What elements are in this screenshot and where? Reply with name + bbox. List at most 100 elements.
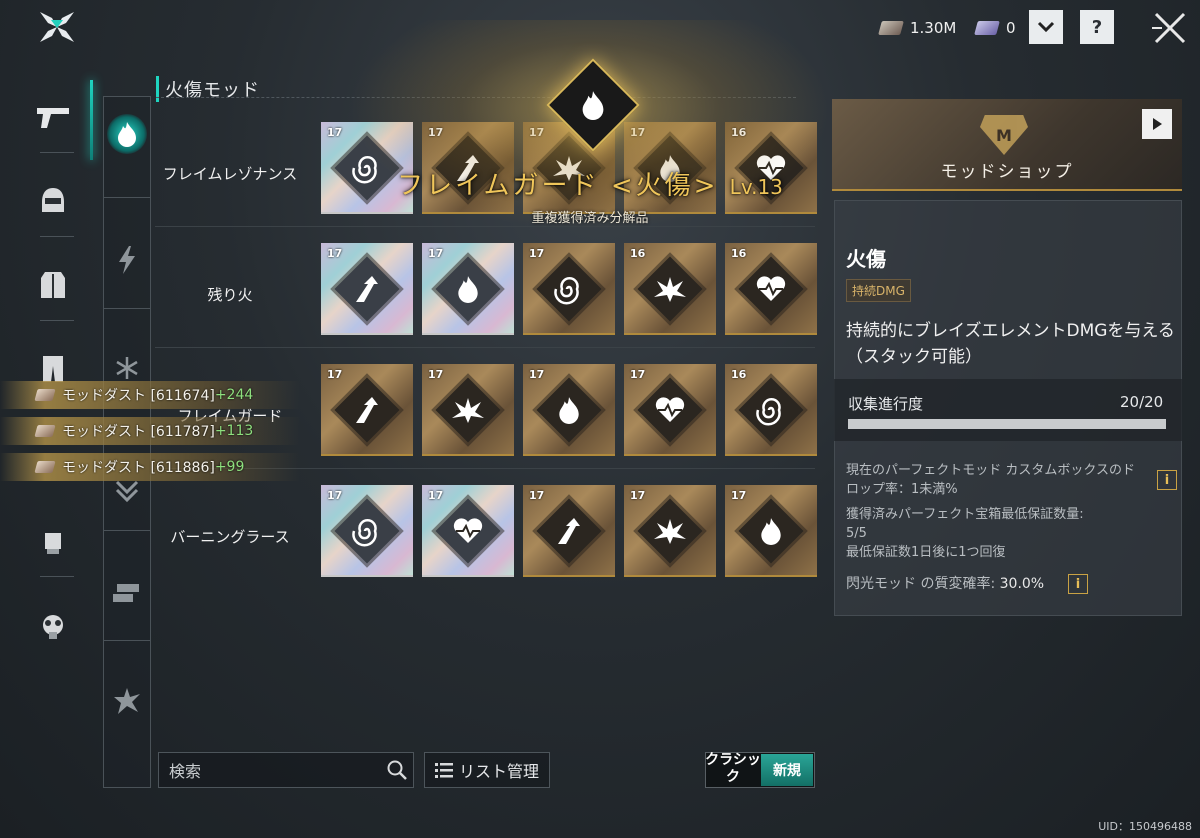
popup-title-level: Lv.13	[729, 175, 783, 199]
mod-dust-icon	[34, 425, 56, 437]
flame-icon	[560, 72, 626, 138]
pistol-icon	[37, 108, 69, 128]
close-button[interactable]	[1150, 8, 1190, 48]
category-explosive[interactable]	[104, 674, 150, 730]
currency-premium: 0	[974, 14, 1016, 42]
body-armor-icon	[41, 272, 65, 298]
spiral-icon	[725, 364, 817, 454]
arrow-up-icon	[321, 243, 413, 333]
progress-label: 収集進行度	[848, 395, 924, 413]
close-icon	[1152, 12, 1186, 44]
guarantee-info: 獲得済みパーフェクト宝箱最低保証数量:	[846, 507, 1084, 522]
currency-icon	[878, 21, 904, 35]
mod-card[interactable]: 17	[422, 364, 514, 456]
info-button[interactable]: i	[1068, 574, 1088, 594]
row-label: フレイムレゾナンス	[162, 165, 298, 183]
heart-icon	[725, 243, 817, 333]
rail-weapon-pistol[interactable]	[32, 96, 74, 138]
helmet-icon	[42, 188, 64, 212]
mod-name: 火傷	[846, 247, 886, 271]
guarantee-recovery: 最低保証数1日後に1つ回復	[846, 545, 1006, 560]
flash-mod-value: 30.0%	[999, 576, 1045, 592]
mod-card[interactable]: 17	[523, 364, 615, 456]
mod-card[interactable]: 17	[725, 485, 817, 577]
flash-mod-label: 閃光モッド の質変確率:	[846, 576, 1000, 592]
mod-card[interactable]: 17	[321, 243, 413, 335]
flame-icon	[118, 122, 136, 147]
flame-icon	[725, 485, 817, 575]
rail-divider	[40, 576, 74, 577]
rail-divider	[40, 320, 74, 321]
shop-open-button[interactable]	[1142, 109, 1172, 139]
row-label: バーニングラース	[170, 528, 290, 546]
mod-card[interactable]: 17	[624, 364, 716, 456]
search-icon[interactable]	[386, 759, 408, 781]
burst-icon	[624, 243, 716, 333]
popup-title: フレイムガード <火傷> Lv.13	[330, 165, 850, 202]
mod-type-tag: 持続DMG	[846, 279, 911, 302]
section-title: 火傷モッド	[156, 76, 260, 102]
category-burn[interactable]	[104, 106, 150, 162]
rail-gloves[interactable]	[32, 520, 74, 562]
help-button[interactable]: ?	[1080, 10, 1114, 44]
drop-rate-info: 現在のパーフェクトモッド カスタムボックスのドロップ率：1未満%	[846, 463, 1135, 497]
category-lightning[interactable]	[104, 232, 150, 288]
app-logo	[38, 8, 76, 46]
progress-value: 20/20	[1120, 393, 1164, 411]
notification-gain: +244	[214, 387, 254, 403]
mod-dust-icon	[34, 389, 56, 401]
row-divider	[155, 226, 815, 227]
currency-gold-value: 1.30M	[910, 19, 957, 37]
currency-dropdown-button[interactable]	[1029, 10, 1063, 44]
chevron-right-icon	[1153, 118, 1162, 130]
pants-icon	[43, 356, 63, 382]
toggle-new[interactable]: 新規	[761, 754, 813, 786]
heart-icon	[624, 364, 716, 454]
row-divider	[155, 347, 815, 348]
rail-active-indicator	[90, 80, 93, 160]
dust-notification: モッドダスト [611787] +113	[0, 417, 300, 445]
mod-card[interactable]: 17	[523, 485, 615, 577]
rail-mask[interactable]	[32, 606, 74, 648]
mod-description: 持続的にブレイズエレメントDMGを与える（スタック可能）	[846, 321, 1175, 367]
info-button[interactable]: i	[1157, 470, 1177, 490]
burst-icon	[422, 364, 514, 454]
currency-gold: 1.30M	[878, 14, 957, 42]
dust-notification: モッドダスト [611886] +99	[0, 453, 300, 481]
mod-card[interactable]: 16	[725, 364, 817, 456]
mod-card[interactable]: 16	[725, 243, 817, 335]
mod-card[interactable]: 17	[422, 485, 514, 577]
mod-card[interactable]: 17	[523, 243, 615, 335]
list-icon	[434, 763, 453, 778]
list-manage-label: リスト管理	[458, 762, 539, 781]
notification-text: モッドダスト [611787]	[62, 424, 215, 440]
gas-mask-icon	[43, 615, 63, 639]
category-divider	[104, 640, 150, 641]
mod-card[interactable]: 17	[321, 485, 413, 577]
mod-card[interactable]: 16	[624, 243, 716, 335]
notification-text: モッドダスト [611886]	[62, 460, 215, 476]
lightning-icon	[119, 246, 135, 274]
flame-icon	[523, 364, 615, 454]
mod-card[interactable]: 17	[321, 364, 413, 456]
dust-notification: モッドダスト [611674] +244	[0, 381, 300, 409]
category-divider	[104, 197, 150, 198]
rail-divider	[40, 152, 74, 153]
premium-currency-icon	[974, 21, 1000, 35]
spiral-icon	[523, 243, 615, 333]
arrow-up-icon	[523, 485, 615, 575]
toggle-classic[interactable]: クラシック	[705, 752, 761, 788]
popup-title-name: フレイムガード <火傷>	[397, 171, 719, 201]
mod-card[interactable]: 17	[624, 485, 716, 577]
flash-mod-chance: 閃光モッド の質変確率: 30.0%	[846, 575, 1044, 594]
turret-icon	[113, 584, 139, 602]
category-turret[interactable]	[104, 562, 150, 618]
list-manage-button[interactable]: リスト管理	[424, 752, 550, 788]
spiral-icon	[321, 485, 413, 575]
mod-dust-icon	[34, 461, 56, 473]
rail-armor[interactable]	[32, 264, 74, 306]
rail-helmet[interactable]	[32, 180, 74, 222]
mod-card[interactable]: 17	[422, 243, 514, 335]
search-input[interactable]: 検索	[158, 752, 414, 788]
rail-divider	[40, 236, 74, 237]
